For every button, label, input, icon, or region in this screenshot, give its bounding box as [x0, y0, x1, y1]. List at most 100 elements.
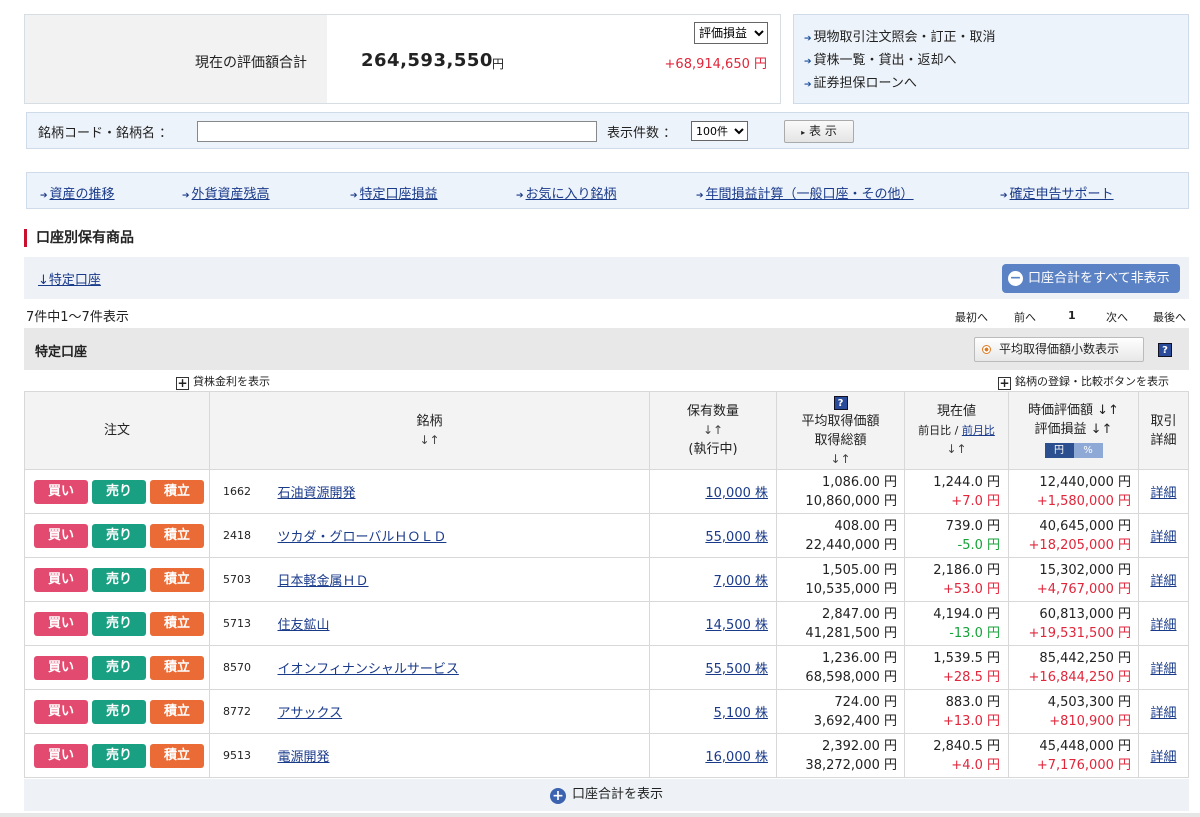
qty-link[interactable]: 55,500 株: [705, 662, 768, 677]
col-name[interactable]: 銘柄 ↓↑: [209, 391, 650, 470]
buy-button[interactable]: 買い: [34, 567, 88, 592]
sell-button[interactable]: 売り: [92, 567, 146, 592]
pager-first[interactable]: 最初へ: [955, 309, 988, 325]
plus-square-icon: +: [176, 376, 189, 390]
plus-square-icon: +: [998, 376, 1011, 390]
buy-button[interactable]: 買い: [34, 743, 88, 768]
col-qty[interactable]: 保有数量 ↓↑ (執行中): [649, 391, 777, 470]
buy-button[interactable]: 買い: [34, 479, 88, 504]
col-current[interactable]: 現在値 前日比 / 前月比 ↓↑: [904, 391, 1009, 470]
qty-link[interactable]: 10,000 株: [705, 486, 768, 501]
detail-link[interactable]: 詳細: [1150, 706, 1176, 721]
summary-total-unit: 円: [492, 57, 505, 71]
count-label: 表示件数 ：: [607, 126, 677, 141]
sort-icon[interactable]: ↓↑: [905, 440, 1008, 459]
detail-link[interactable]: 詳細: [1150, 750, 1176, 765]
nav-tax-support[interactable]: ➔ 確定申告サポート: [1000, 183, 1114, 202]
count-select[interactable]: 100件: [691, 121, 748, 141]
quick-link-loan[interactable]: ➔ 証券担保ローンへ: [804, 73, 1178, 96]
detail-cell: 詳細: [1138, 469, 1189, 514]
help-icon[interactable]: ?: [833, 395, 848, 410]
search-input[interactable]: [197, 121, 597, 142]
stock-code: 5713: [209, 601, 278, 646]
sell-button[interactable]: 売り: [92, 743, 146, 768]
profit-loss: +18,205,000 円: [1028, 537, 1131, 553]
accumulate-button[interactable]: 積立: [150, 523, 204, 548]
table-row: 買い 売り 積立 5713 住友鉱山 14,500 株 2,847.00 円 41,281,5…: [24, 601, 1189, 646]
qty-cell: 55,000 株: [649, 513, 777, 558]
summary-mode-select[interactable]: 評価損益: [694, 22, 768, 44]
pager-prev[interactable]: 前へ: [1014, 309, 1036, 325]
sell-button[interactable]: 売り: [92, 523, 146, 548]
accumulate-button[interactable]: 積立: [150, 655, 204, 680]
sell-button[interactable]: 売り: [92, 655, 146, 680]
sell-button[interactable]: 売り: [92, 479, 146, 504]
detail-link[interactable]: 詳細: [1150, 662, 1176, 677]
accumulate-button[interactable]: 積立: [150, 611, 204, 636]
current-cell: 4,194.0 円 -13.0 円: [904, 601, 1009, 646]
pager-last[interactable]: 最後へ: [1153, 309, 1186, 325]
quick-link-lending[interactable]: ➔ 貸株一覧・貸出・返却へ: [804, 50, 1178, 73]
qty-link[interactable]: 7,000 株: [714, 574, 768, 589]
avg-decimal-button[interactable]: 平均取得価額小数表示: [974, 337, 1144, 362]
qty-link[interactable]: 5,100 株: [714, 706, 768, 721]
yen-percent-toggle[interactable]: 円%: [1044, 441, 1103, 460]
detail-cell: 詳細: [1138, 733, 1189, 778]
sell-button[interactable]: 売り: [92, 699, 146, 724]
day-change: +7.0 円: [951, 493, 1000, 509]
help-icon[interactable]: ?: [1158, 343, 1172, 357]
qty-link[interactable]: 55,000 株: [705, 530, 768, 545]
stock-name-link[interactable]: 住友鉱山: [278, 618, 330, 633]
accumulate-button[interactable]: 積立: [150, 479, 204, 504]
sell-button[interactable]: 売り: [92, 611, 146, 636]
sort-icon[interactable]: ↓↑: [210, 431, 649, 450]
detail-link[interactable]: 詳細: [1150, 530, 1176, 545]
col-detail: 取引 詳細: [1138, 391, 1189, 470]
qty-link[interactable]: 14,500 株: [705, 618, 768, 633]
stock-name-link[interactable]: 日本軽金属ＨＤ: [278, 574, 369, 589]
stock-name-link[interactable]: アサックス: [278, 706, 343, 721]
stock-name-link[interactable]: イオンフィナンシャルサービス: [278, 662, 459, 677]
quick-links-panel: ➔ 現物取引注文照会・訂正・取消 ➔ 貸株一覧・貸出・返却へ ➔ 証券担保ローンへ: [793, 14, 1189, 104]
account-link-tokutei[interactable]: ↓特定口座: [38, 269, 101, 288]
show-compare-buttons[interactable]: + 銘柄の登録・比較ボタンを表示: [998, 373, 1169, 390]
col-avg[interactable]: ? 平均取得価額 取得総額 ↓↑: [776, 391, 905, 470]
detail-link[interactable]: 詳細: [1150, 574, 1176, 589]
accumulate-button[interactable]: 積立: [150, 743, 204, 768]
detail-link[interactable]: 詳細: [1150, 618, 1176, 633]
stock-code: 8570: [209, 645, 278, 690]
buy-button[interactable]: 買い: [34, 655, 88, 680]
nav-annual-pl[interactable]: ➔ 年間損益計算（一般口座・その他）: [696, 183, 914, 202]
sort-icon[interactable]: ↓↑: [777, 450, 904, 469]
nav-asset-history[interactable]: ➔ 資産の推移: [40, 183, 115, 202]
stock-code: 1662: [209, 469, 278, 514]
value-cell: 12,440,000 円 +1,580,000 円: [1008, 469, 1139, 514]
stock-name-link[interactable]: ツカダ・グローバルＨＯＬＤ: [278, 530, 447, 545]
avg-cell: 2,847.00 円 41,281,500 円: [776, 601, 905, 646]
pager-next[interactable]: 次へ: [1106, 309, 1128, 325]
hide-all-totals-button[interactable]: − 口座合計をすべて非表示: [1002, 264, 1180, 293]
buy-button[interactable]: 買い: [34, 699, 88, 724]
sort-month-link[interactable]: 前月比: [962, 424, 995, 437]
nav-specific-account-pl[interactable]: ➔ 特定口座損益: [350, 183, 438, 202]
show-lending-rate[interactable]: + 貸株金利を表示: [176, 373, 270, 390]
qty-link[interactable]: 16,000 株: [705, 750, 768, 765]
nav-foreign-assets[interactable]: ➔ 外貨資産残高: [182, 183, 270, 202]
show-account-total[interactable]: + 口座合計を表示: [24, 779, 1189, 811]
value-cell: 45,448,000 円 +7,176,000 円: [1008, 733, 1139, 778]
nav-favorites[interactable]: ➔ お気に入り銘柄: [516, 183, 617, 202]
buy-button[interactable]: 買い: [34, 611, 88, 636]
quick-link-orders[interactable]: ➔ 現物取引注文照会・訂正・取消: [804, 27, 1178, 50]
accumulate-button[interactable]: 積立: [150, 699, 204, 724]
detail-link[interactable]: 詳細: [1150, 486, 1176, 501]
summary-total: 264,593,550: [361, 50, 493, 71]
col-value[interactable]: 時価評価額 ↓↑ 評価損益 ↓↑ 円%: [1008, 391, 1139, 470]
show-button[interactable]: ▸ 表 示: [784, 120, 854, 143]
sort-icon[interactable]: ↓↑: [650, 421, 776, 440]
stock-name-link[interactable]: 石油資源開発: [278, 486, 356, 501]
buy-button[interactable]: 買い: [34, 523, 88, 548]
accumulate-button[interactable]: 積立: [150, 567, 204, 592]
stock-code: 2418: [209, 513, 278, 558]
market-value: 15,302,000 円: [1039, 562, 1131, 578]
stock-name-link[interactable]: 電源開発: [278, 750, 330, 765]
